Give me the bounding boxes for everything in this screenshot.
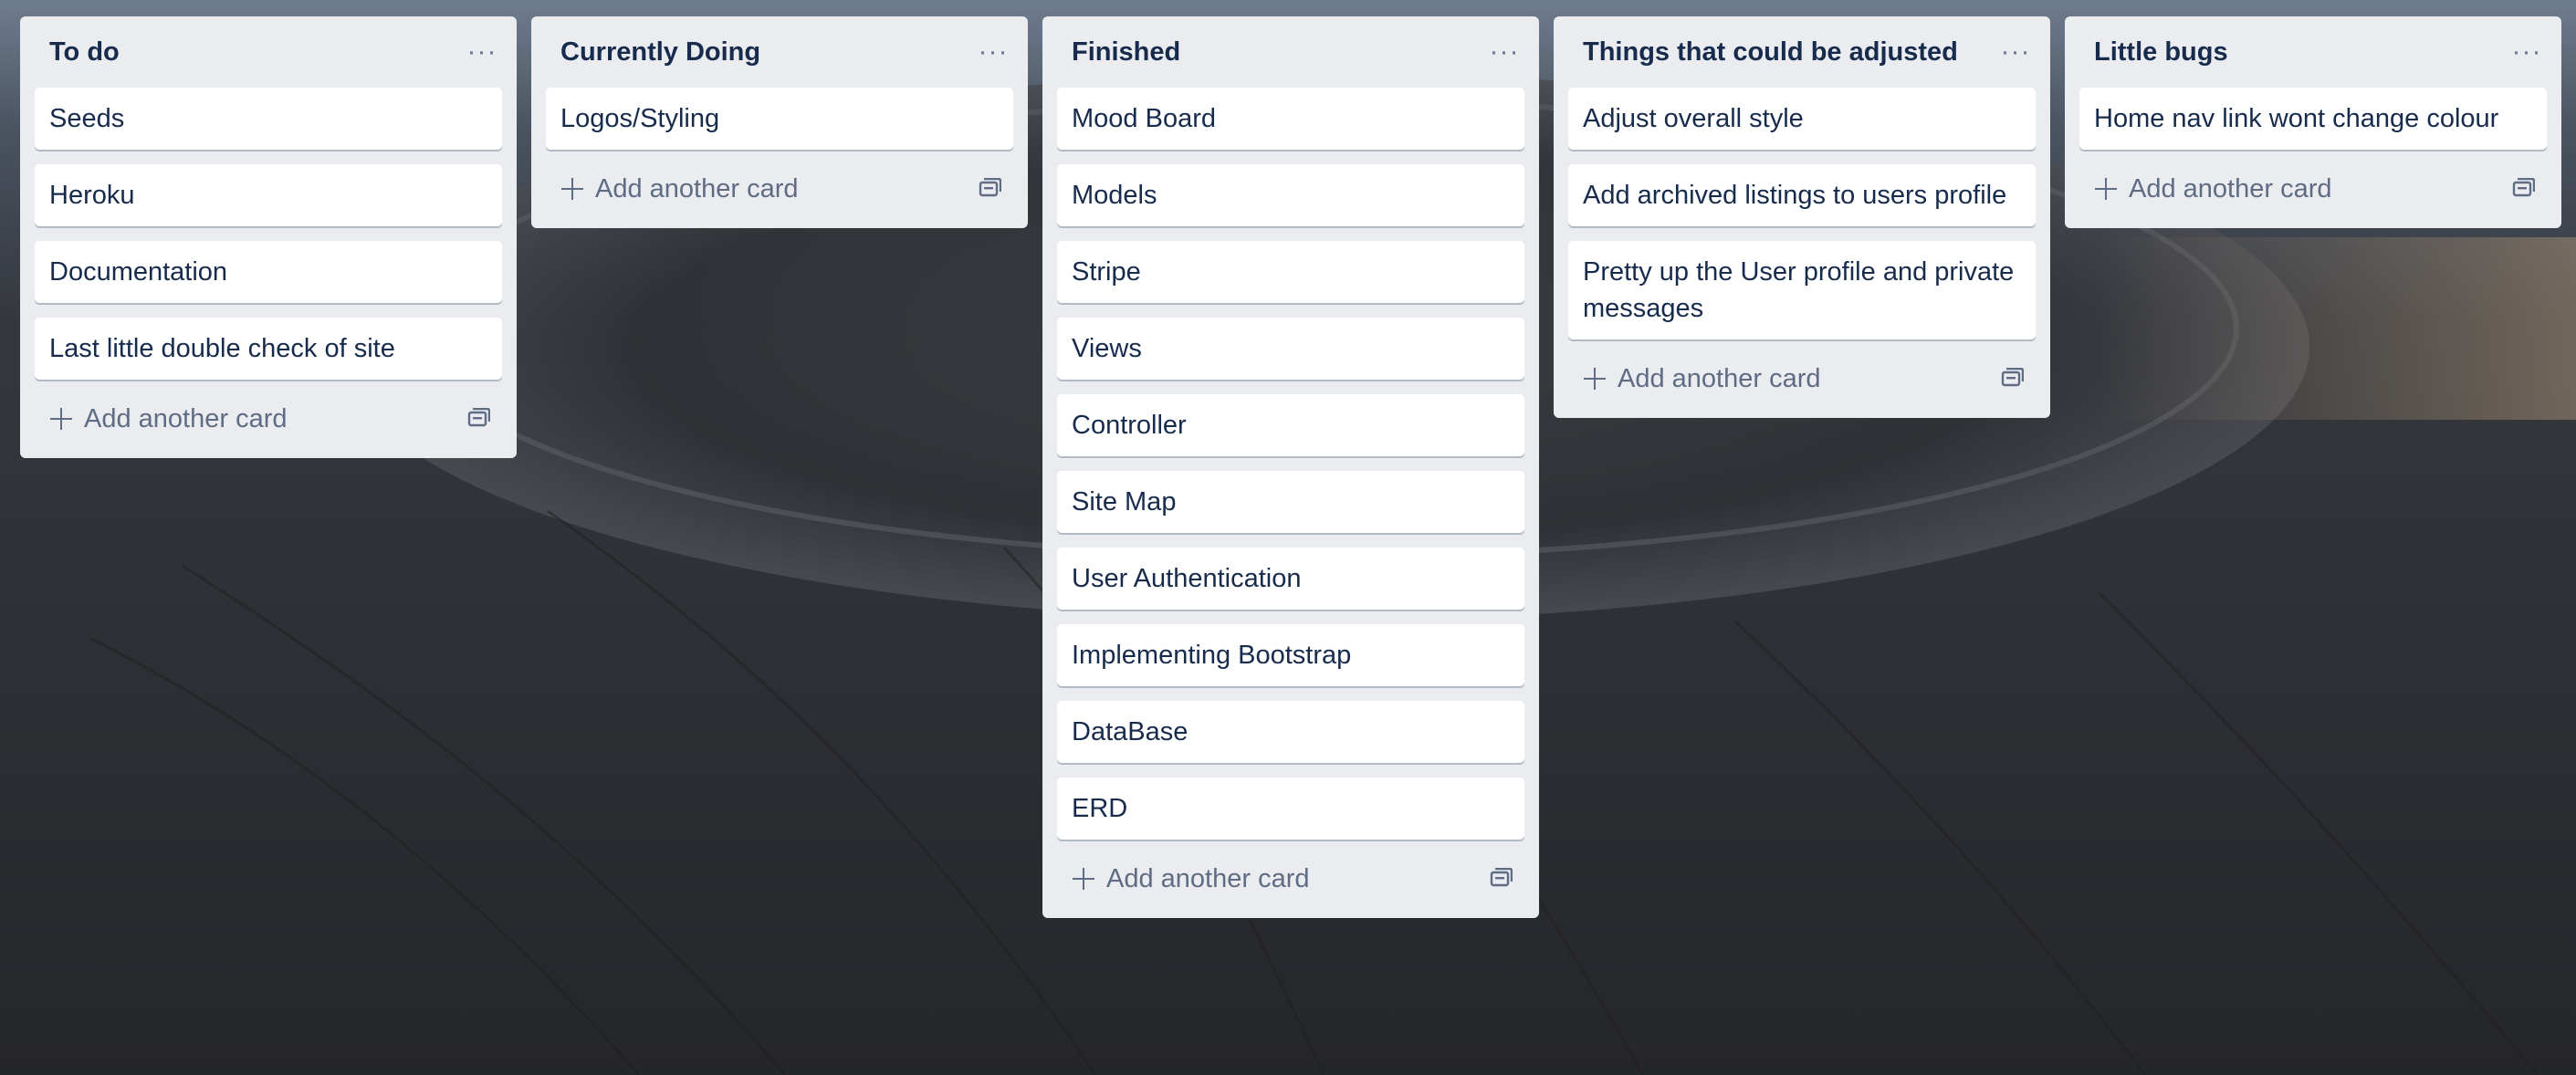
card[interactable]: Seeds bbox=[35, 88, 502, 150]
card[interactable]: Logos/Styling bbox=[546, 88, 1013, 150]
list-finished: Finished ··· Mood Board Models Stripe Vi… bbox=[1042, 16, 1539, 918]
card[interactable]: Heroku bbox=[35, 164, 502, 226]
add-card-label: Add another card bbox=[1618, 363, 1821, 393]
more-horizontal-icon[interactable]: ··· bbox=[462, 32, 502, 72]
card[interactable]: Models bbox=[1057, 164, 1524, 226]
more-horizontal-icon[interactable]: ··· bbox=[973, 32, 1013, 72]
card[interactable]: Controller bbox=[1057, 394, 1524, 456]
card-template-icon[interactable] bbox=[462, 402, 495, 435]
plus-icon bbox=[49, 407, 73, 431]
list-footer: Add another card bbox=[1057, 851, 1524, 907]
card[interactable]: Mood Board bbox=[1057, 88, 1524, 150]
plus-icon bbox=[2094, 177, 2118, 201]
list-title[interactable]: Things that could be adjusted bbox=[1583, 37, 1958, 68]
card[interactable]: Pretty up the User profile and private m… bbox=[1568, 241, 2036, 339]
board: To do ··· Seeds Heroku Documentation Las… bbox=[20, 16, 2561, 918]
card[interactable]: Adjust overall style bbox=[1568, 88, 2036, 150]
card[interactable]: Stripe bbox=[1057, 241, 1524, 303]
list-title[interactable]: Little bugs bbox=[2094, 37, 2228, 68]
more-horizontal-icon[interactable]: ··· bbox=[1995, 32, 2036, 72]
card[interactable]: Views bbox=[1057, 318, 1524, 380]
list-footer: Add another card bbox=[2079, 161, 2547, 217]
add-card-label: Add another card bbox=[1106, 863, 1310, 893]
add-card-button[interactable]: Add another card bbox=[1583, 364, 1820, 394]
add-card-label: Add another card bbox=[595, 173, 799, 204]
list-title[interactable]: To do bbox=[49, 37, 120, 68]
card-template-icon[interactable] bbox=[973, 172, 1006, 205]
card-template-icon[interactable] bbox=[1995, 362, 2028, 395]
card[interactable]: Add archived listings to users profile bbox=[1568, 164, 2036, 226]
add-card-button[interactable]: Add another card bbox=[2094, 174, 2331, 204]
list-header[interactable]: To do ··· bbox=[35, 16, 502, 88]
list-header[interactable]: Finished ··· bbox=[1057, 16, 1524, 88]
card-template-icon[interactable] bbox=[2507, 172, 2539, 205]
list-title[interactable]: Currently Doing bbox=[560, 37, 760, 68]
add-card-label: Add another card bbox=[84, 403, 288, 433]
list-header[interactable]: Currently Doing ··· bbox=[546, 16, 1013, 88]
card[interactable]: Home nav link wont change colour bbox=[2079, 88, 2547, 150]
add-card-button[interactable]: Add another card bbox=[49, 404, 287, 434]
card[interactable]: Documentation bbox=[35, 241, 502, 303]
card[interactable]: User Authentication bbox=[1057, 548, 1524, 610]
list-header[interactable]: Things that could be adjusted ··· bbox=[1568, 16, 2036, 88]
add-card-button[interactable]: Add another card bbox=[1072, 864, 1309, 894]
list-footer: Add another card bbox=[546, 161, 1013, 217]
card[interactable]: Site Map bbox=[1057, 471, 1524, 533]
more-horizontal-icon[interactable]: ··· bbox=[1484, 32, 1524, 72]
plus-icon bbox=[1072, 867, 1095, 891]
card-template-icon[interactable] bbox=[1484, 862, 1517, 895]
add-card-label: Add another card bbox=[2129, 173, 2332, 204]
list-things-that-could-be-adjusted: Things that could be adjusted ··· Adjust… bbox=[1554, 16, 2050, 418]
card[interactable]: Implementing Bootstrap bbox=[1057, 624, 1524, 686]
list-footer: Add another card bbox=[1568, 350, 2036, 407]
list-currently-doing: Currently Doing ··· Logos/Styling Add an… bbox=[531, 16, 1028, 228]
more-horizontal-icon[interactable]: ··· bbox=[2507, 32, 2547, 72]
list-header[interactable]: Little bugs ··· bbox=[2079, 16, 2547, 88]
card[interactable]: ERD bbox=[1057, 778, 1524, 840]
card[interactable]: Last little double check of site bbox=[35, 318, 502, 380]
add-card-button[interactable]: Add another card bbox=[560, 174, 798, 204]
list-to-do: To do ··· Seeds Heroku Documentation Las… bbox=[20, 16, 517, 458]
plus-icon bbox=[560, 177, 584, 201]
card[interactable]: DataBase bbox=[1057, 701, 1524, 763]
list-footer: Add another card bbox=[35, 391, 502, 447]
list-title[interactable]: Finished bbox=[1072, 37, 1180, 68]
list-little-bugs: Little bugs ··· Home nav link wont chang… bbox=[2065, 16, 2561, 228]
plus-icon bbox=[1583, 367, 1607, 391]
